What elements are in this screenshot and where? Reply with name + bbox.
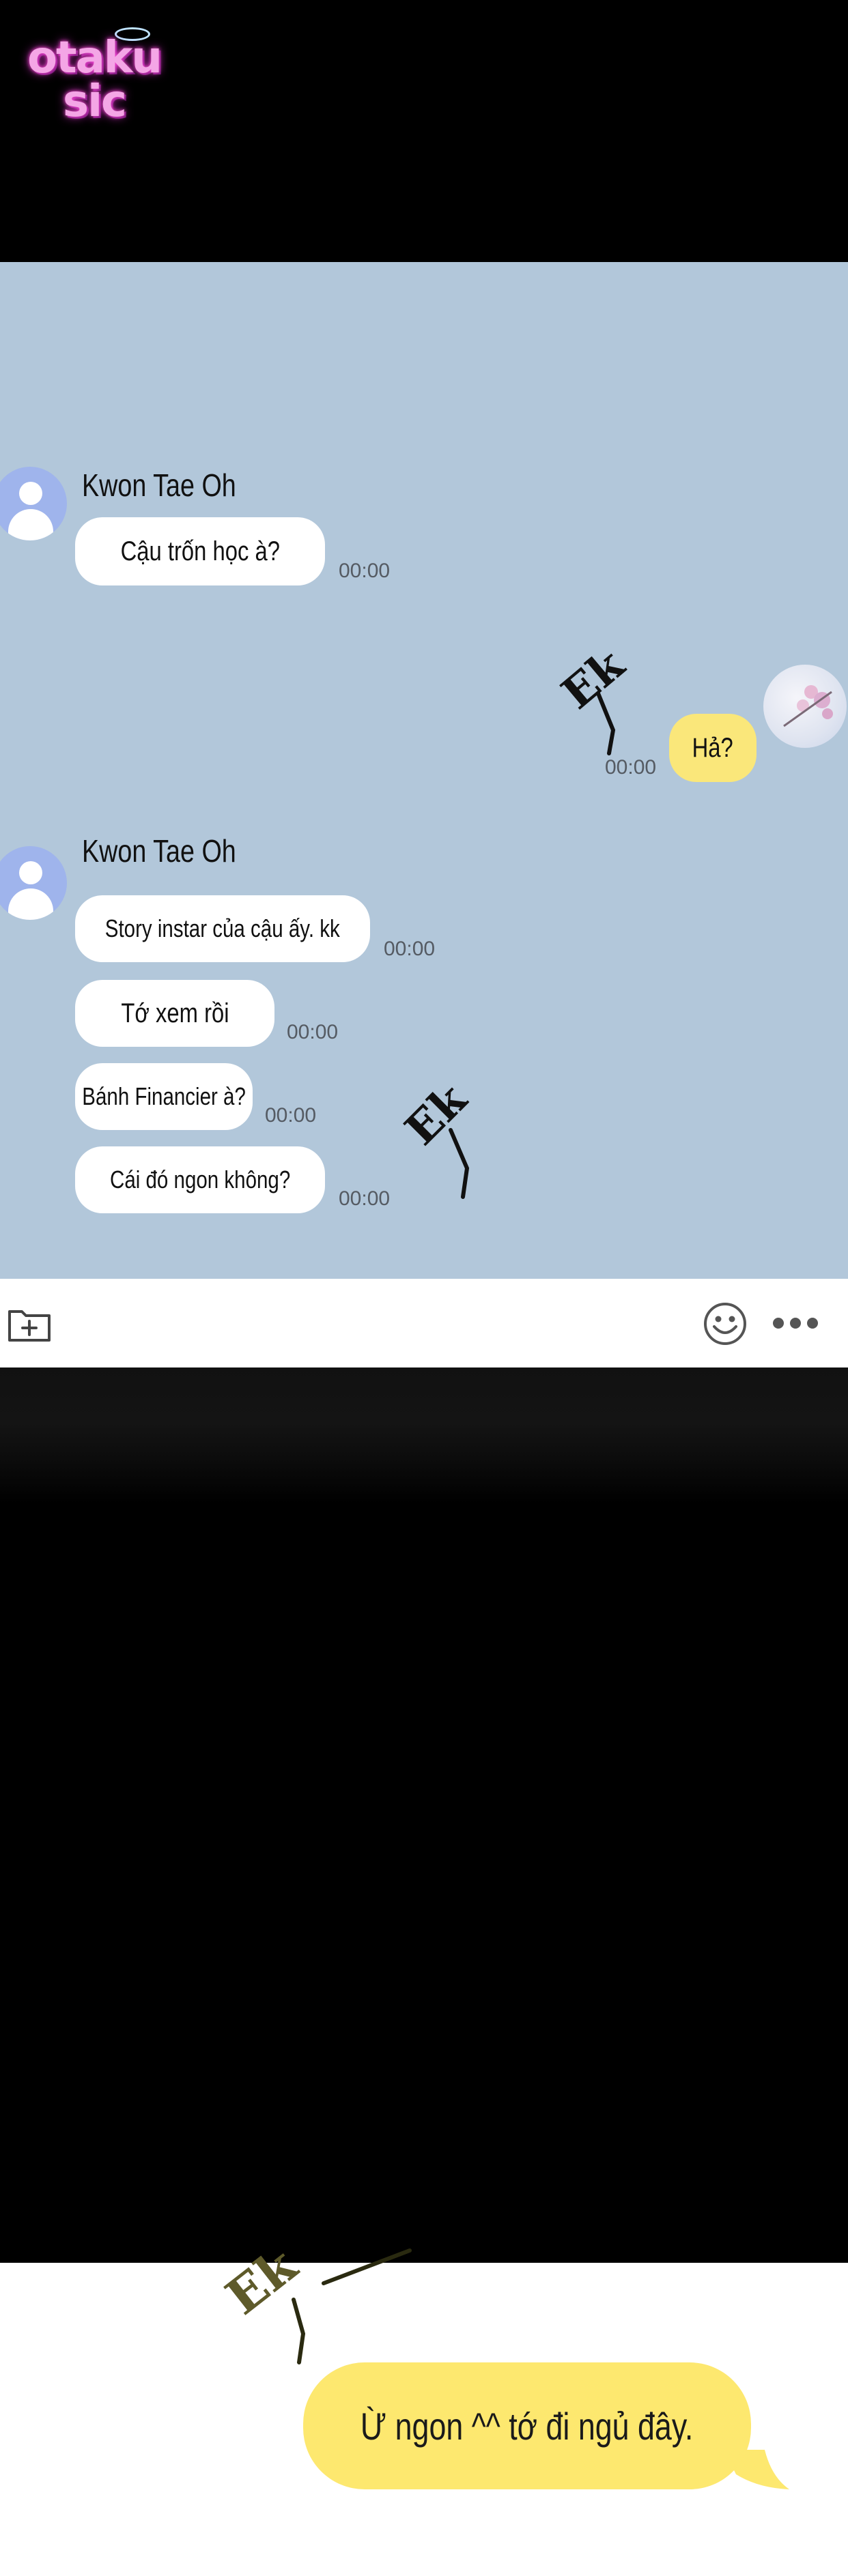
dark-transition [0,1367,848,1504]
message-bubble[interactable]: Tớ xem rồi [75,980,274,1047]
sender-name: Kwon Tae Oh [82,467,236,503]
message-text: Bánh Financier à? [82,1082,246,1110]
add-file-icon[interactable] [7,1305,52,1343]
message-bubble[interactable]: Cái đó ngon không? [75,1146,325,1213]
message-text: Story instar của cậu ấy. kk [104,914,340,942]
own-message-bubble[interactable]: Hả? [669,714,757,782]
logo-text-bottom: sic [63,76,127,127]
sfx-stroke-icon [292,2248,412,2364]
message-text: Cái đó ngon không? [109,1166,291,1193]
message-time: 00:00 [384,938,436,960]
own-message-time: 00:00 [605,756,657,779]
message-time: 00:00 [339,1187,391,1210]
site-logo: otaku sic [12,27,176,130]
reply-bubble[interactable]: Ừ ngon ^^ tớ đi ngủ đây. [303,2362,751,2489]
own-avatar[interactable] [763,665,847,748]
blossom-icon [783,685,833,727]
message-text: Cậu trốn học à? [120,536,280,566]
logo-text-top: otaku [27,33,162,83]
sender-name: Kwon Tae Oh [82,833,236,869]
message-time: 00:00 [265,1104,317,1127]
message-time: 00:00 [339,560,391,582]
message-bubble[interactable]: Bánh Financier à? [75,1063,253,1130]
sfx-stroke-icon [449,1128,470,1199]
input-bar [0,1279,848,1367]
message-bubble[interactable]: Cậu trốn học à? [75,517,325,585]
message-text: Tớ xem rồi [120,998,229,1028]
message-bubble[interactable]: Story instar của cậu ấy. kk [75,895,370,962]
own-message-text: Hả? [692,732,734,763]
emoji-icon[interactable] [703,1302,747,1346]
reply-text: Ừ ngon ^^ tớ đi ngủ đây. [361,2404,694,2448]
more-options-icon[interactable] [772,1313,819,1333]
message-time: 00:00 [287,1021,339,1043]
sfx-stroke-icon [596,691,616,755]
